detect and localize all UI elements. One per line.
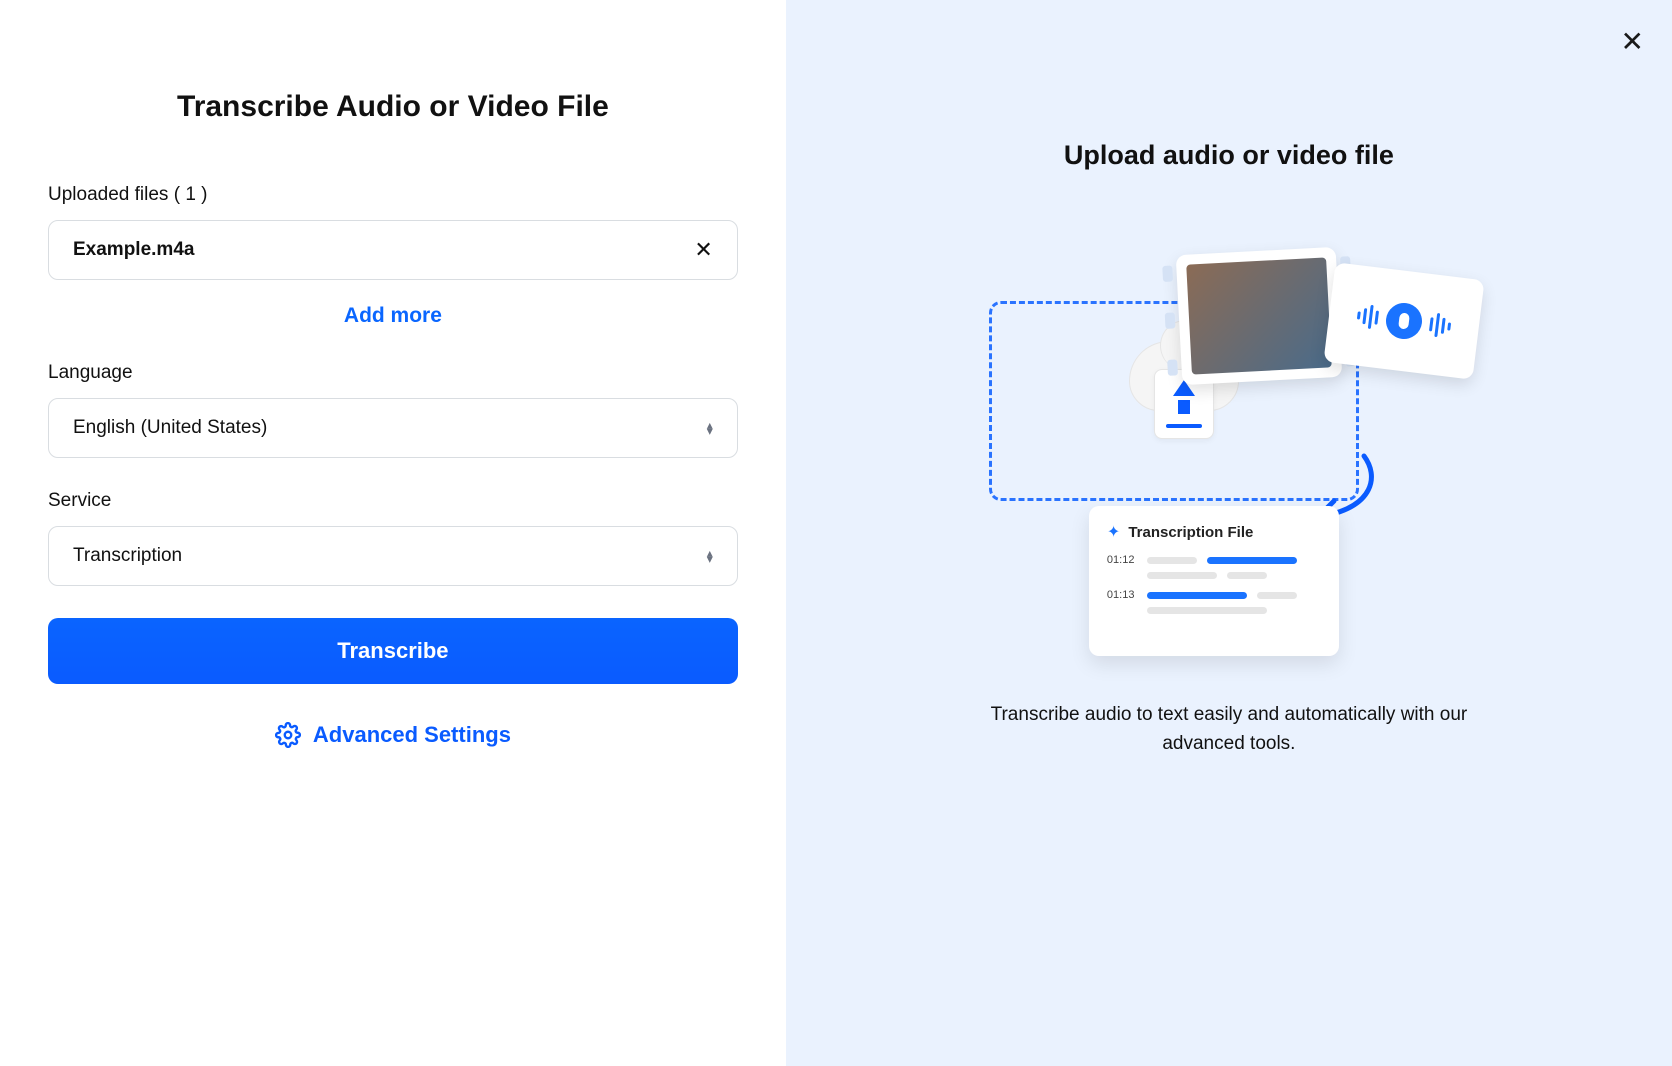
video-thumbnail-illustration [1176,247,1343,385]
transcription-card-illustration: ✦ Transcription File 01:12 01:13 [1089,506,1339,656]
timestamp: 01:12 [1107,554,1137,566]
close-icon[interactable]: ✕ [1621,28,1644,56]
form: Uploaded files ( 1 ) Example.m4a ✕ Add m… [40,184,746,748]
chevron-updown-icon: ▴▾ [707,550,713,562]
gear-icon [275,722,301,748]
add-more-button[interactable]: Add more [48,304,738,328]
advanced-settings-button[interactable]: Advanced Settings [48,722,738,748]
transcription-card-title: Transcription File [1128,524,1253,541]
transcribe-button[interactable]: Transcribe [48,618,738,684]
advanced-settings-label: Advanced Settings [313,722,511,748]
form-panel: Transcribe Audio or Video File Uploaded … [0,0,786,1066]
microphone-icon [1384,301,1424,341]
chevron-updown-icon: ▴▾ [707,422,713,434]
info-title: Upload audio or video file [1064,140,1394,171]
audio-thumbnail-illustration [1323,262,1484,380]
service-label: Service [48,490,738,512]
remove-file-icon[interactable]: ✕ [694,239,712,261]
timestamp: 01:13 [1107,589,1137,601]
language-value: English (United States) [73,417,267,439]
uploaded-file-row: Example.m4a ✕ [48,220,738,280]
illustration: ✦ Transcription File 01:12 01:13 [989,241,1469,661]
service-value: Transcription [73,545,182,567]
info-caption: Transcribe audio to text easily and auto… [959,701,1499,758]
service-select[interactable]: Transcription ▴▾ [48,526,738,586]
sparkle-icon: ✦ [1107,522,1120,542]
info-panel: ✕ Upload audio or video file [786,0,1672,1066]
page-title: Transcribe Audio or Video File [40,90,746,124]
language-label: Language [48,362,738,384]
uploaded-files-label: Uploaded files ( 1 ) [48,184,738,206]
language-select[interactable]: English (United States) ▴▾ [48,398,738,458]
file-name: Example.m4a [73,239,194,261]
